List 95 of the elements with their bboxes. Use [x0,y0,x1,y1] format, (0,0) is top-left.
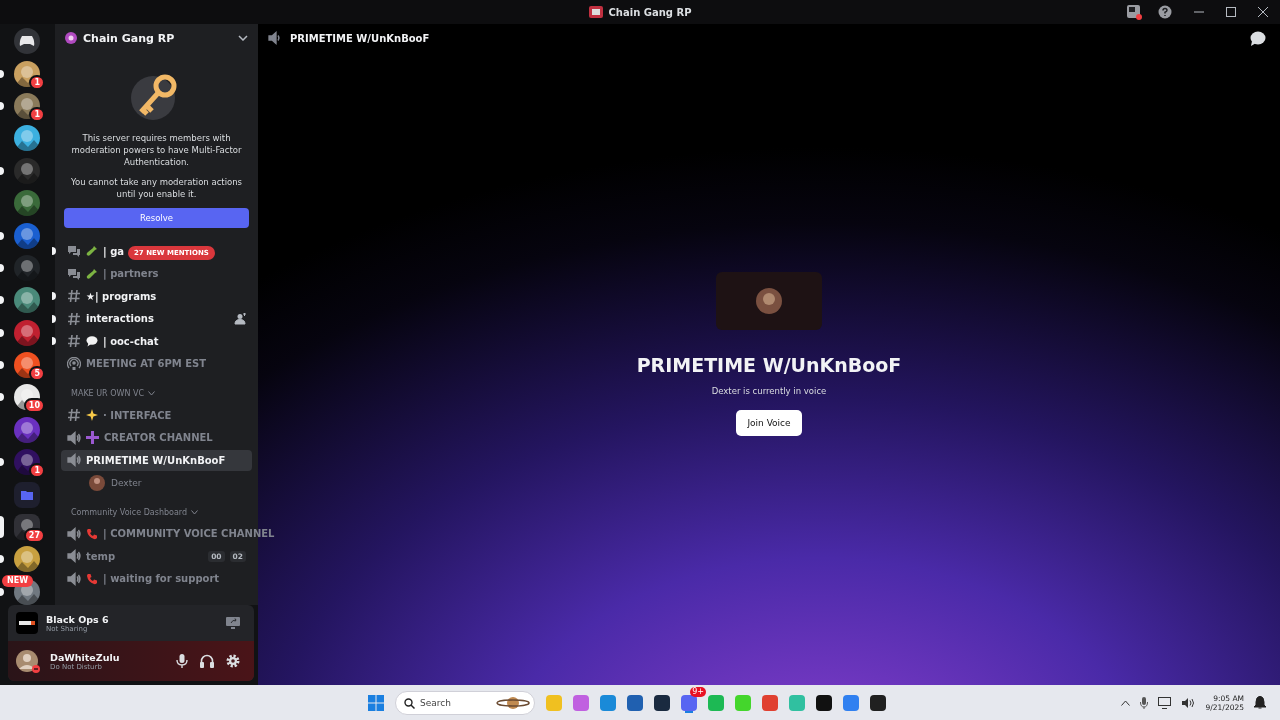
mfa-detail: You cannot take any moderation actions until you enable it. [69,176,244,200]
channel-item[interactable]: | waiting for support [61,568,231,590]
server-emblem-icon [65,32,77,44]
folder-button[interactable] [14,481,40,508]
hash-icon [67,289,81,304]
server-icon[interactable] [14,546,40,573]
channel-item[interactable]: MEETING AT 6PM EST [61,353,218,375]
window-title: Chain Gang RP [608,6,692,18]
avatar-icon [89,474,105,491]
speaker-icon [67,526,81,541]
chat-bubbles-icon [67,266,81,281]
category-header[interactable]: Community Voice Dashboard [71,507,188,517]
close-icon[interactable] [1258,7,1268,17]
new-badge: NEW [2,574,33,587]
speaker-icon [67,453,81,468]
server-icon[interactable] [14,125,40,152]
channel-item[interactable]: | partners [61,263,170,285]
mention-count-badge: 5 [29,366,45,382]
add-member-icon[interactable] [234,312,246,325]
voice-member-name: Dexter [111,477,142,488]
notification-badge: 9+ [690,686,706,697]
hash-icon [67,334,81,349]
speaker-icon [268,31,282,45]
server-icon[interactable] [14,319,40,346]
maximize-icon[interactable] [1226,7,1236,17]
channel-item[interactable]: PRIMETIME W/UnKnBooF [61,449,252,471]
server-icon[interactable] [14,92,40,119]
channel-item[interactable]: CREATOR CHANNEL [61,427,224,449]
taskbar-app-icon[interactable] [870,694,886,711]
controller-icon [19,35,35,48]
server-icon[interactable] [14,352,40,379]
speaker-icon [67,430,81,445]
speech-bubble-icon [86,335,98,348]
channel-item[interactable]: | ooc-chat [61,330,170,352]
chat-bubbles-icon [67,244,81,259]
chevron-down-icon [238,35,248,41]
server-icon[interactable] [14,287,40,314]
do-not-disturb-icon [32,665,40,673]
sparkle-icon [86,409,98,422]
help-icon[interactable] [1158,5,1172,19]
channel-title: PRIMETIME W/UnKnBooF [290,32,430,44]
plus-icon [86,431,99,445]
planet-icon [496,694,530,711]
avatar-icon [756,288,782,314]
bottle-icon [86,267,98,280]
channel-item[interactable]: · INTERFACE [61,404,183,426]
channel-item[interactable]: ★| programs [61,285,168,307]
avatar-icon [16,650,38,672]
server-name: Chain Gang RP [83,31,176,45]
game-name: Black Ops 6 [46,613,109,625]
phone-icon [86,527,98,540]
chevron-up-icon[interactable] [1120,699,1130,706]
resolve-button[interactable]: Resolve [64,208,249,228]
server-icon[interactable] [14,60,40,87]
windows-start-icon[interactable] [368,694,384,711]
taskbar-app-icon[interactable] [654,694,670,711]
search-icon [404,697,415,709]
home-button[interactable] [14,28,40,55]
voice-status: Dexter is currently in voice [711,386,827,396]
server-logo-icon [588,6,603,18]
channel-item[interactable]: interactions [61,308,252,330]
microphone-icon[interactable] [176,654,188,668]
chat-icon[interactable] [1250,30,1266,46]
mfa-message: This server requires members with moderation powers to have Multi-Factor Authentication. [70,132,243,168]
join-voice-button[interactable]: Join Voice [736,410,802,436]
hash-icon [67,408,81,423]
channel-item[interactable]: | COMMUNITY VOICE CHANNEL [61,523,286,545]
server-icon[interactable] [14,190,40,217]
game-icon [16,612,38,634]
speaker-icon [67,549,81,564]
voice-channel-title: PRIMETIME W/UnKnBooF [636,354,902,376]
mention-count-badge: 27 [23,528,45,544]
username: DaWhiteZulu [50,651,120,663]
category-header[interactable]: MAKE UR OWN VC [71,389,144,398]
phone-icon [86,572,98,585]
settings-icon[interactable] [226,654,240,668]
speaker-icon [67,571,81,586]
search-field[interactable]: Search [395,690,535,715]
server-icon[interactable] [14,222,40,249]
broadcast-icon [67,356,81,371]
microphone-icon[interactable] [1139,696,1148,709]
chevron-down-icon [147,391,155,396]
notification-bell-icon[interactable] [1254,696,1266,709]
headphones-icon[interactable] [200,654,214,668]
server-icon[interactable] [14,449,40,476]
taskbar-app-icon[interactable] [816,694,832,711]
chevron-down-icon [191,509,199,515]
mention-count-badge: 1 [29,463,45,479]
inbox-icon[interactable] [1126,4,1142,20]
server-header[interactable]: Chain Gang RP [55,24,258,52]
screen-share-icon[interactable] [226,617,240,629]
mention-count-badge: 10 [23,398,45,414]
volume-icon[interactable] [1181,696,1196,709]
hash-icon [67,311,81,326]
bottle-icon [86,245,98,258]
